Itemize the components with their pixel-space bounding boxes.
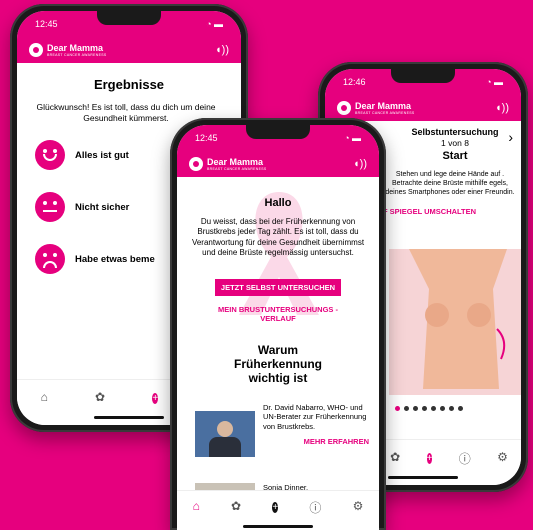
section-title: Warum Früherkennung wichtig ist (233, 342, 322, 386)
option-label: Nicht sicher (75, 201, 130, 213)
torso-illustration (409, 249, 507, 389)
notch (391, 69, 455, 83)
brand-tagline: BREAST CANCER AWARENESS (355, 111, 415, 115)
sad-face-icon (35, 244, 65, 275)
article-text: Dr. David Nabarro, WHO- und UN-Berater z… (263, 403, 367, 431)
center-phone: 12:45 ◔ ▬ Dear Mamma BREAST CANCER AWAREN… (170, 118, 386, 530)
brand-name: Dear Mamma (355, 101, 412, 111)
article-image (195, 411, 255, 457)
app-bar: Dear Mamma BREAST CANCER AWARENESS ◖)) (177, 151, 379, 177)
speaker-icon[interactable]: ◖)) (353, 158, 367, 170)
notch (97, 11, 161, 25)
notch (246, 125, 310, 139)
illustration (389, 249, 521, 395)
home-tab-icon[interactable]: ⌂ (193, 499, 200, 513)
option-label: Alles ist gut (75, 149, 129, 161)
start-exam-button[interactable]: JETZT SELBST UNTERSUCHEN (214, 278, 342, 296)
wifi-battery-icon: ◔ ▬ (486, 77, 503, 87)
home-indicator (388, 476, 458, 479)
mirror-toggle[interactable]: F SPIEGEL UMSCHALTEN (383, 207, 521, 216)
add-tab-icon[interactable]: + (272, 499, 279, 514)
happy-face-icon (35, 140, 65, 171)
explore-tab-icon[interactable]: ✿ (231, 499, 241, 513)
neutral-face-icon (35, 192, 65, 223)
step-title: Start (442, 150, 468, 162)
brand-name: Dear Mamma (207, 157, 264, 167)
history-link[interactable]: MEIN BRUSTUNTERSUCHUNGS -VERLAUF (217, 305, 339, 323)
info-tab-icon[interactable]: ⓘ (459, 450, 471, 467)
center-screen: 12:45 ◔ ▬ Dear Mamma BREAST CANCER AWAREN… (177, 125, 379, 530)
explore-tab-icon[interactable]: ✿ (390, 450, 400, 464)
brand-name: Dear Mamma (47, 43, 104, 53)
flower-icon (29, 43, 43, 57)
brand-tagline: BREAST CANCER AWARENESS (47, 53, 107, 57)
greeting-text: Du weisst, dass bei der Früherkennung vo… (191, 217, 365, 258)
app-bar: Dear Mamma BREAST CANCER AWARENESS ◖)) (325, 95, 521, 121)
brand-logo: Dear Mamma BREAST CANCER AWARENESS (337, 101, 414, 115)
status-time: 12:46 (343, 77, 366, 87)
tab-bar: ⌂ ✿ + ⓘ ⚙ (177, 490, 379, 530)
page-title: Ergebnisse (93, 77, 165, 92)
wifi-battery-icon: ◔ ▬ (344, 133, 361, 143)
flower-icon (337, 101, 351, 115)
step-counter: 1 von 8 (441, 138, 469, 148)
speaker-icon[interactable]: ◖)) (215, 44, 229, 56)
step-pager (395, 406, 463, 411)
greeting-title: Hallo (264, 197, 292, 209)
settings-tab-icon[interactable]: ⚙ (353, 499, 364, 513)
chevron-right-icon[interactable]: › (508, 129, 513, 145)
brand-tagline: BREAST CANCER AWARENESS (207, 167, 267, 171)
exercise-heading: Selbstuntersuchung (411, 127, 499, 137)
step-instructions: Stehen und lege deine Hände auf . Betrac… (385, 171, 515, 197)
wifi-battery-icon: ◔ ▬ (206, 19, 223, 29)
explore-tab-icon[interactable]: ✿ (95, 390, 105, 404)
brand-logo: Dear Mamma BREAST CANCER AWARENESS (29, 43, 106, 57)
brand-logo: Dear Mamma BREAST CANCER AWARENESS (189, 157, 266, 171)
flower-icon (189, 157, 203, 171)
add-tab-icon[interactable]: + (426, 450, 433, 465)
read-more-link[interactable]: MEHR ERFAHREN (263, 437, 369, 446)
speaker-icon[interactable]: ◖)) (495, 102, 509, 114)
app-bar: Dear Mamma BREAST CANCER AWARENESS ◖)) (17, 37, 241, 63)
article-card[interactable]: Dr. David Nabarro, WHO- und UN-Berater z… (195, 403, 369, 457)
add-tab-icon[interactable]: + (152, 390, 159, 405)
status-time: 12:45 (195, 133, 218, 143)
status-time: 12:45 (35, 19, 58, 29)
home-tab-icon[interactable]: ⌂ (41, 390, 48, 404)
option-label: Habe etwas beme (75, 253, 155, 265)
settings-tab-icon[interactable]: ⚙ (497, 450, 508, 464)
home-indicator (94, 416, 164, 419)
info-tab-icon[interactable]: ⓘ (309, 499, 321, 516)
